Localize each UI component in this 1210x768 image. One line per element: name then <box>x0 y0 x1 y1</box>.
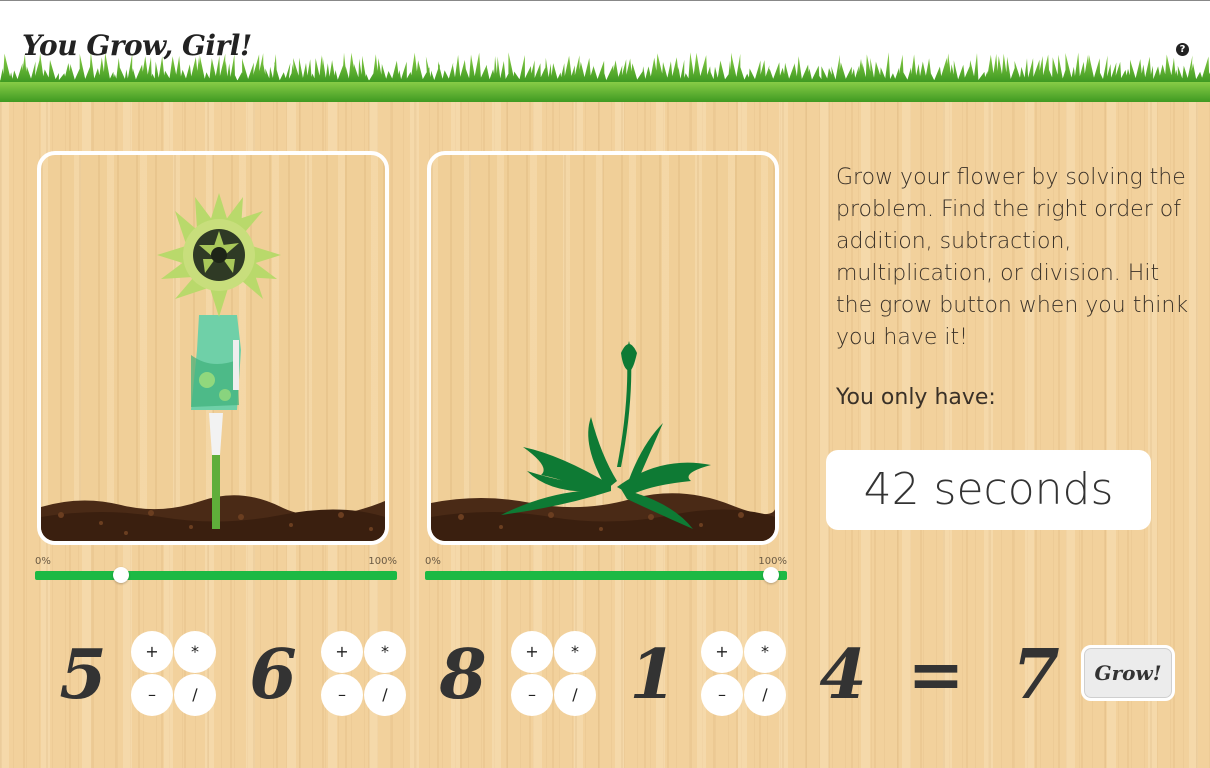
plus-operator-button[interactable]: + <box>701 631 743 673</box>
equation-number: 1 <box>629 635 677 715</box>
target-progress: 0% 100% <box>35 556 397 584</box>
minus-operator-button[interactable]: – <box>131 674 173 716</box>
operator-selector: + * – ∕ <box>511 631 597 717</box>
grow-button[interactable]: Grow! <box>1081 645 1175 701</box>
divide-operator-button[interactable]: ∕ <box>554 674 596 716</box>
progress-track <box>425 571 787 580</box>
minus-operator-button[interactable]: – <box>701 674 743 716</box>
progress-max-label: 100% <box>758 556 787 567</box>
operator-selector: + * – ∕ <box>701 631 787 717</box>
equation-number: 6 <box>249 635 297 715</box>
operator-selector: + * – ∕ <box>321 631 407 717</box>
plus-operator-button[interactable]: + <box>511 631 553 673</box>
player-progress: 0% 100% <box>425 556 787 584</box>
plus-operator-button[interactable]: + <box>321 631 363 673</box>
multiply-operator-button[interactable]: * <box>744 631 786 673</box>
flower-girl-illustration <box>41 193 385 541</box>
operator-selector: + * – ∕ <box>131 631 217 717</box>
multiply-operator-button[interactable]: * <box>174 631 216 673</box>
progress-min-label: 0% <box>425 556 441 567</box>
progress-max-label: 100% <box>368 556 397 567</box>
help-icon[interactable]: ? <box>1176 43 1189 56</box>
minus-operator-button[interactable]: – <box>321 674 363 716</box>
progress-min-label: 0% <box>35 556 51 567</box>
progress-handle[interactable] <box>113 567 130 583</box>
multiply-operator-button[interactable]: * <box>554 631 596 673</box>
equation-number: 5 <box>59 635 107 715</box>
time-label: You only have: <box>836 385 996 410</box>
divide-operator-button[interactable]: ∕ <box>744 674 786 716</box>
divide-operator-button[interactable]: ∕ <box>174 674 216 716</box>
player-plant-panel <box>427 151 779 545</box>
progress-handle[interactable] <box>762 567 779 583</box>
app-title: You Grow, Girl! <box>22 29 252 62</box>
equation-number: 4 <box>819 635 867 715</box>
countdown-timer: 42 seconds <box>826 450 1151 530</box>
multiply-operator-button[interactable]: * <box>364 631 406 673</box>
equation-result: 7 <box>1012 635 1060 715</box>
header-bar: You Grow, Girl! ? <box>0 0 1210 102</box>
minus-operator-button[interactable]: – <box>511 674 553 716</box>
dandelion-illustration <box>431 341 775 541</box>
plus-operator-button[interactable]: + <box>131 631 173 673</box>
divide-operator-button[interactable]: ∕ <box>364 674 406 716</box>
equals-sign: = <box>907 635 965 715</box>
instructions-text: Grow your flower by solving the problem.… <box>836 165 1189 350</box>
target-plant-panel <box>37 151 389 545</box>
progress-track <box>35 571 397 580</box>
equation-number: 8 <box>439 635 487 715</box>
